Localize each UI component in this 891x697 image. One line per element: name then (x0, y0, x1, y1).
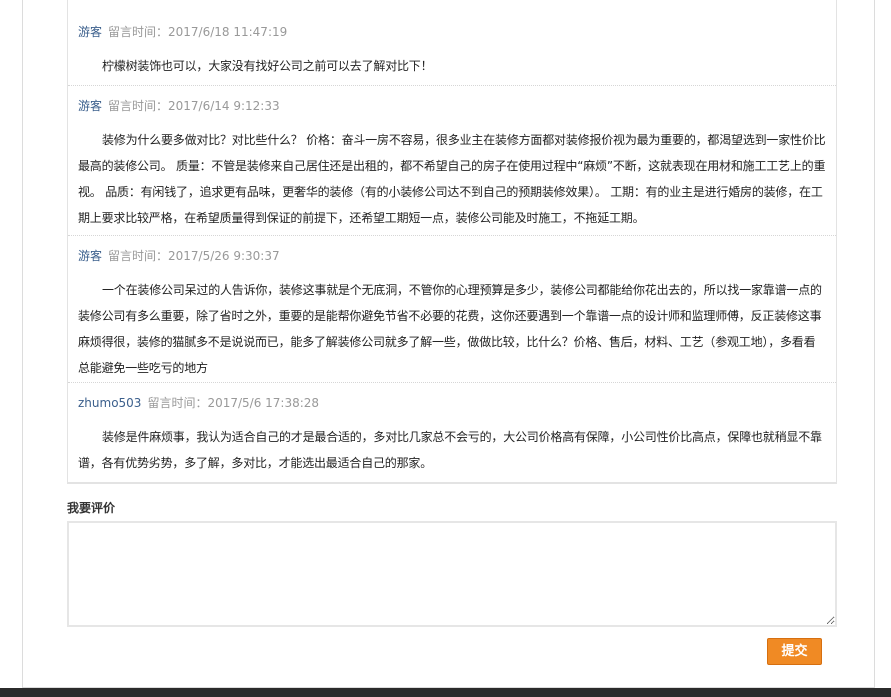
comment-list: 游客 留言时间：2017/6/18 11:47:19 柠檬树装饰也可以，大家没有找… (67, 0, 837, 484)
comment-text: 装修是件麻烦事，我认为适合自己的才是最合适的，多对比几家总不会亏的，大公司价格高… (78, 430, 822, 470)
comment-item: zhumo503 留言时间：2017/5/6 17:38:28 装修是件麻烦事，我… (68, 383, 836, 483)
comment-author: 游客 (78, 99, 103, 113)
review-box (67, 521, 837, 627)
comment-time: 留言时间：2017/6/18 11:47:19 (108, 25, 288, 39)
comment-author: zhumo503 (78, 396, 142, 410)
bottom-bar (0, 688, 891, 697)
comment-item: 游客 留言时间：2017/6/18 11:47:19 柠檬树装饰也可以，大家没有找… (68, 0, 836, 86)
comment-author: 游客 (78, 25, 103, 39)
comment-time: 留言时间：2017/6/14 9:12:33 (108, 99, 280, 113)
comment-header: 游客 留言时间：2017/6/18 11:47:19 (78, 24, 826, 40)
comment-text: 柠檬树装饰也可以，大家没有找好公司之前可以去了解对比下！ (102, 59, 433, 73)
comment-time: 留言时间：2017/5/26 9:30:37 (108, 249, 280, 263)
review-textarea[interactable] (69, 523, 835, 625)
comment-header: 游客 留言时间：2017/6/14 9:12:33 (78, 98, 826, 114)
submit-button[interactable]: 提交 (767, 638, 822, 665)
comment-header: 游客 留言时间：2017/5/26 9:30:37 (78, 248, 826, 264)
comment-item: 游客 留言时间：2017/6/14 9:12:33 装修为什么要多做对比？对比些什… (68, 86, 836, 236)
comment-time: 留言时间：2017/5/6 17:38:28 (147, 396, 320, 410)
review-label: 我要评价 (67, 501, 116, 515)
comment-text: 一个在装修公司呆过的人告诉你，装修这事就是个无底洞，不管你的心理预算是多少，装修… (78, 283, 822, 375)
comment-header: zhumo503 留言时间：2017/5/6 17:38:28 (78, 395, 826, 411)
comment-author: 游客 (78, 249, 103, 263)
comment-item: 游客 留言时间：2017/5/26 9:30:37 一个在装修公司呆过的人告诉你，… (68, 236, 836, 383)
comment-text: 装修为什么要多做对比？对比些什么？ 价格：奋斗一房不容易，很多业主在装修方面都对… (78, 133, 826, 225)
